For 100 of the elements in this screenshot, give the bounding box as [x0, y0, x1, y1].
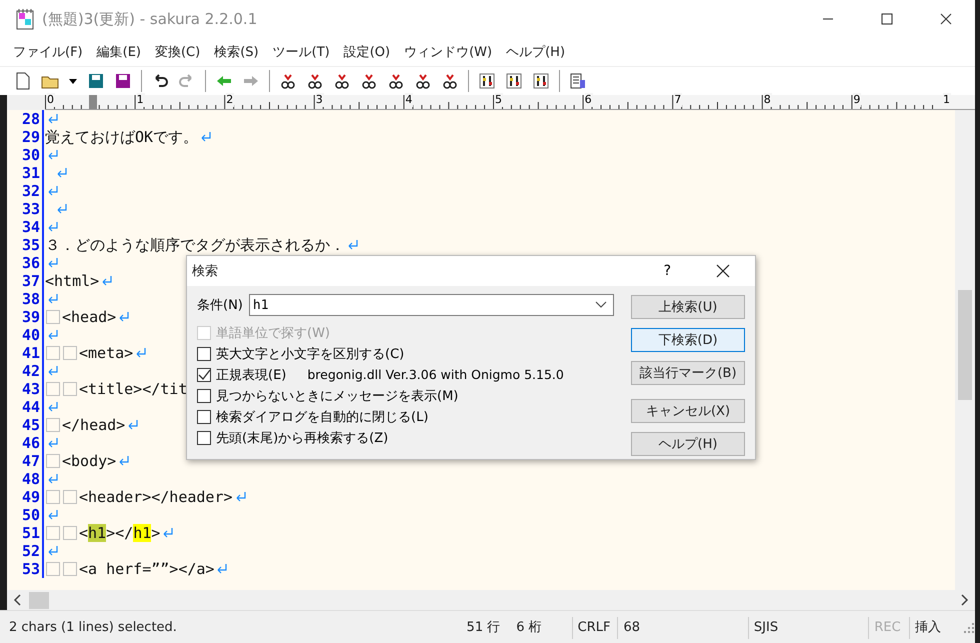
column-cursor-marker: [89, 95, 97, 109]
ruler-label: 9: [853, 93, 862, 107]
char-code: 68: [617, 616, 748, 638]
settings-icon[interactable]: [505, 72, 523, 90]
checkbox[interactable]: [197, 388, 211, 402]
line-number: 45: [7, 416, 44, 434]
return-mark-icon: [135, 347, 148, 359]
line-number: 47: [7, 452, 44, 470]
dialog-button[interactable]: 下検索(D): [631, 328, 745, 352]
close-icon[interactable]: [716, 264, 730, 278]
checkbox[interactable]: [197, 410, 211, 424]
return-mark-icon: [56, 203, 68, 215]
window-title: (無題)3(更新) - sakura 2.2.0.1: [42, 10, 258, 28]
save-all-icon[interactable]: [114, 72, 132, 90]
macro-record-indicator: REC: [868, 616, 910, 638]
ruler-label: 4: [405, 93, 414, 107]
space-mark: [63, 526, 77, 540]
line-number: 44: [7, 398, 44, 416]
dialog-button[interactable]: キャンセル(X): [631, 399, 745, 423]
settings-icon[interactable]: [532, 72, 550, 90]
space-mark: [46, 382, 60, 396]
row-indicator: 51 行: [466, 618, 500, 636]
menu-item[interactable]: ウィンドウ(W): [404, 43, 492, 61]
input-mode: 挿入: [909, 616, 956, 638]
status-message: 2 chars (1 lines) selected.: [8, 620, 178, 635]
dialog-button[interactable]: ヘルプ(H): [631, 432, 745, 456]
dialog-button[interactable]: 該当行マーク(B): [631, 361, 745, 385]
line-number: 43: [7, 380, 44, 398]
space-mark: [63, 382, 77, 396]
option-label: 英大文字と小文字を区別する(C): [216, 346, 404, 362]
line-number: 48: [7, 470, 44, 488]
binoculars-icon[interactable]: [333, 72, 351, 90]
notepad-icon: [16, 8, 34, 30]
line-number: 39: [7, 308, 44, 326]
checkbox[interactable]: [197, 430, 211, 444]
menu-item[interactable]: 編集(E): [96, 43, 141, 61]
binoculars-icon[interactable]: [414, 72, 432, 90]
binoculars-icon[interactable]: [387, 72, 405, 90]
return-mark-icon: [200, 131, 212, 143]
code-text: <title></tit: [79, 380, 188, 398]
return-mark-icon: [118, 455, 130, 467]
dialog-button[interactable]: 上検索(U): [631, 295, 745, 319]
return-mark-icon: [56, 167, 68, 179]
line-number: 28: [7, 110, 44, 128]
help-button[interactable]: ?: [664, 263, 671, 279]
return-mark-icon: [127, 419, 140, 431]
line-number: 40: [7, 326, 44, 344]
checkbox[interactable]: [197, 346, 211, 360]
line-number: 34: [7, 218, 44, 236]
line-number: 51: [7, 524, 44, 542]
binoculars-icon[interactable]: [360, 72, 378, 90]
line-number: 36: [7, 254, 44, 272]
menu-item[interactable]: 検索(S): [214, 43, 259, 61]
encoding: SJIS: [748, 616, 868, 638]
new-file-icon[interactable]: [14, 72, 32, 90]
ruler-label: 2: [226, 93, 234, 107]
space-mark: [46, 490, 60, 504]
binoculars-icon[interactable]: [279, 72, 297, 90]
line-number: 42: [7, 362, 44, 380]
close-icon[interactable]: [940, 13, 952, 25]
outline-icon[interactable]: [569, 72, 587, 90]
space-mark: [46, 346, 60, 360]
space-mark: [46, 562, 60, 576]
return-mark-icon: [216, 563, 228, 575]
save-icon[interactable]: [87, 72, 105, 90]
scroll-right-icon[interactable]: [959, 594, 969, 606]
scroll-thumb[interactable]: [29, 592, 49, 608]
scroll-thumb[interactable]: [958, 290, 972, 400]
menu-item[interactable]: ヘルプ(H): [506, 43, 566, 61]
settings-icon[interactable]: [478, 72, 496, 90]
ruler-label: 8: [764, 93, 772, 107]
menu-item[interactable]: ファイル(F): [13, 43, 83, 61]
code-text: ></: [106, 524, 134, 542]
binoculars-icon[interactable]: [441, 72, 459, 90]
checkbox[interactable]: [197, 368, 211, 382]
space-mark: [63, 490, 77, 504]
binoculars-icon[interactable]: [306, 72, 324, 90]
vertical-scrollbar[interactable]: [955, 110, 975, 590]
search-combobox[interactable]: h1: [248, 294, 614, 316]
code-text: >: [151, 524, 160, 542]
menu-item[interactable]: 設定(O): [344, 43, 390, 61]
return-mark-icon: [47, 113, 59, 125]
scroll-left-icon[interactable]: [13, 594, 23, 606]
ruler-label: 7: [674, 93, 682, 107]
column-indicator: 6 桁: [516, 618, 542, 636]
code-text: </head>: [62, 416, 126, 434]
line-number: 33: [7, 200, 44, 218]
return-mark-icon: [47, 437, 59, 449]
space-mark: [46, 526, 60, 540]
space-mark: [46, 310, 60, 324]
return-mark-icon: [47, 401, 59, 413]
chevron-down-icon[interactable]: [594, 301, 607, 309]
code-text: <: [79, 524, 88, 542]
option-label: 検索ダイアログを自動的に閉じる(L): [216, 408, 428, 426]
return-mark-icon: [47, 221, 59, 233]
menu-item[interactable]: ツール(T): [272, 43, 330, 61]
maximize-icon[interactable]: [881, 13, 893, 25]
resize-grip-icon[interactable]: [963, 622, 976, 634]
space-mark: [46, 418, 60, 432]
menu-item[interactable]: 変換(C): [154, 43, 200, 61]
